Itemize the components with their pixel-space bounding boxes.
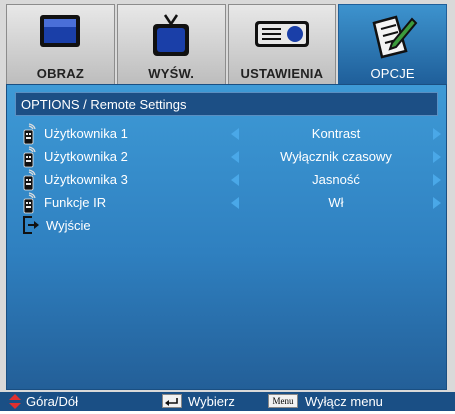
monitor-icon bbox=[38, 13, 82, 58]
setting-label: Użytkownika 1 bbox=[44, 126, 128, 141]
setting-row-ir-function[interactable]: Funkcje IR Wł bbox=[7, 192, 448, 214]
tab-opcje[interactable]: OPCJE bbox=[338, 4, 447, 84]
page-title: OPTIONS / Remote Settings bbox=[15, 92, 438, 116]
tv-icon bbox=[149, 13, 193, 64]
tab-obraz[interactable]: OBRAZ bbox=[6, 4, 115, 84]
tab-bar: OBRAZ WYŚW. USTAWIENIA OPCJE bbox=[6, 4, 447, 84]
exit-menu-hint: Wyłącz menu bbox=[305, 394, 383, 409]
nav-hint: Góra/Dół bbox=[26, 394, 79, 409]
setting-row-user1[interactable]: Użytkownika 1 Kontrast bbox=[7, 123, 448, 145]
setting-value: Wł bbox=[328, 195, 344, 210]
settings-panel: OPTIONS / Remote Settings Użytkownika 1 … bbox=[6, 84, 447, 390]
setting-row-user2[interactable]: Użytkownika 2 Wyłącznik czasowy bbox=[7, 146, 448, 168]
setting-label: Funkcje IR bbox=[44, 195, 107, 210]
tab-label: OBRAZ bbox=[36, 66, 84, 81]
arrow-left-icon[interactable] bbox=[231, 197, 239, 209]
page-title-text: OPTIONS / Remote Settings bbox=[21, 97, 187, 112]
osd-menu: OBRAZ WYŚW. USTAWIENIA OPCJE OPTIONS / R… bbox=[0, 0, 455, 411]
projector-icon bbox=[253, 13, 311, 58]
setting-label: Użytkownika 3 bbox=[44, 172, 128, 187]
setting-value: Wyłącznik czasowy bbox=[280, 149, 392, 164]
tab-label: WYŚW. bbox=[148, 66, 195, 81]
select-hint: Wybierz bbox=[188, 394, 235, 409]
arrow-left-icon[interactable] bbox=[231, 174, 239, 186]
menu-key-icon: Menu bbox=[268, 394, 298, 408]
up-down-arrow-icon bbox=[8, 394, 22, 409]
tab-label: OPCJE bbox=[370, 66, 415, 81]
exit-label: Wyjście bbox=[46, 218, 91, 233]
arrow-right-icon[interactable] bbox=[433, 197, 441, 209]
arrow-right-icon[interactable] bbox=[433, 174, 441, 186]
footer-help-bar: Góra/Dół Wybierz Menu Wyłącz menu bbox=[0, 392, 455, 411]
enter-key-icon bbox=[162, 394, 182, 408]
arrow-left-icon[interactable] bbox=[231, 151, 239, 163]
setting-value: Jasność bbox=[312, 172, 360, 187]
setting-label: Użytkownika 2 bbox=[44, 149, 128, 164]
arrow-left-icon[interactable] bbox=[231, 128, 239, 140]
exit-icon bbox=[23, 215, 41, 240]
notepad-pencil-icon bbox=[368, 13, 418, 64]
setting-value: Kontrast bbox=[311, 126, 361, 141]
setting-row-user3[interactable]: Użytkownika 3 Jasność bbox=[7, 169, 448, 191]
tab-wysw[interactable]: WYŚW. bbox=[116, 4, 226, 84]
exit-menu-item[interactable]: Wyjście bbox=[7, 215, 448, 237]
tab-label: USTAWIENIA bbox=[240, 66, 324, 81]
arrow-right-icon[interactable] bbox=[433, 151, 441, 163]
tab-ustawienia[interactable]: USTAWIENIA bbox=[227, 4, 337, 84]
arrow-right-icon[interactable] bbox=[433, 128, 441, 140]
